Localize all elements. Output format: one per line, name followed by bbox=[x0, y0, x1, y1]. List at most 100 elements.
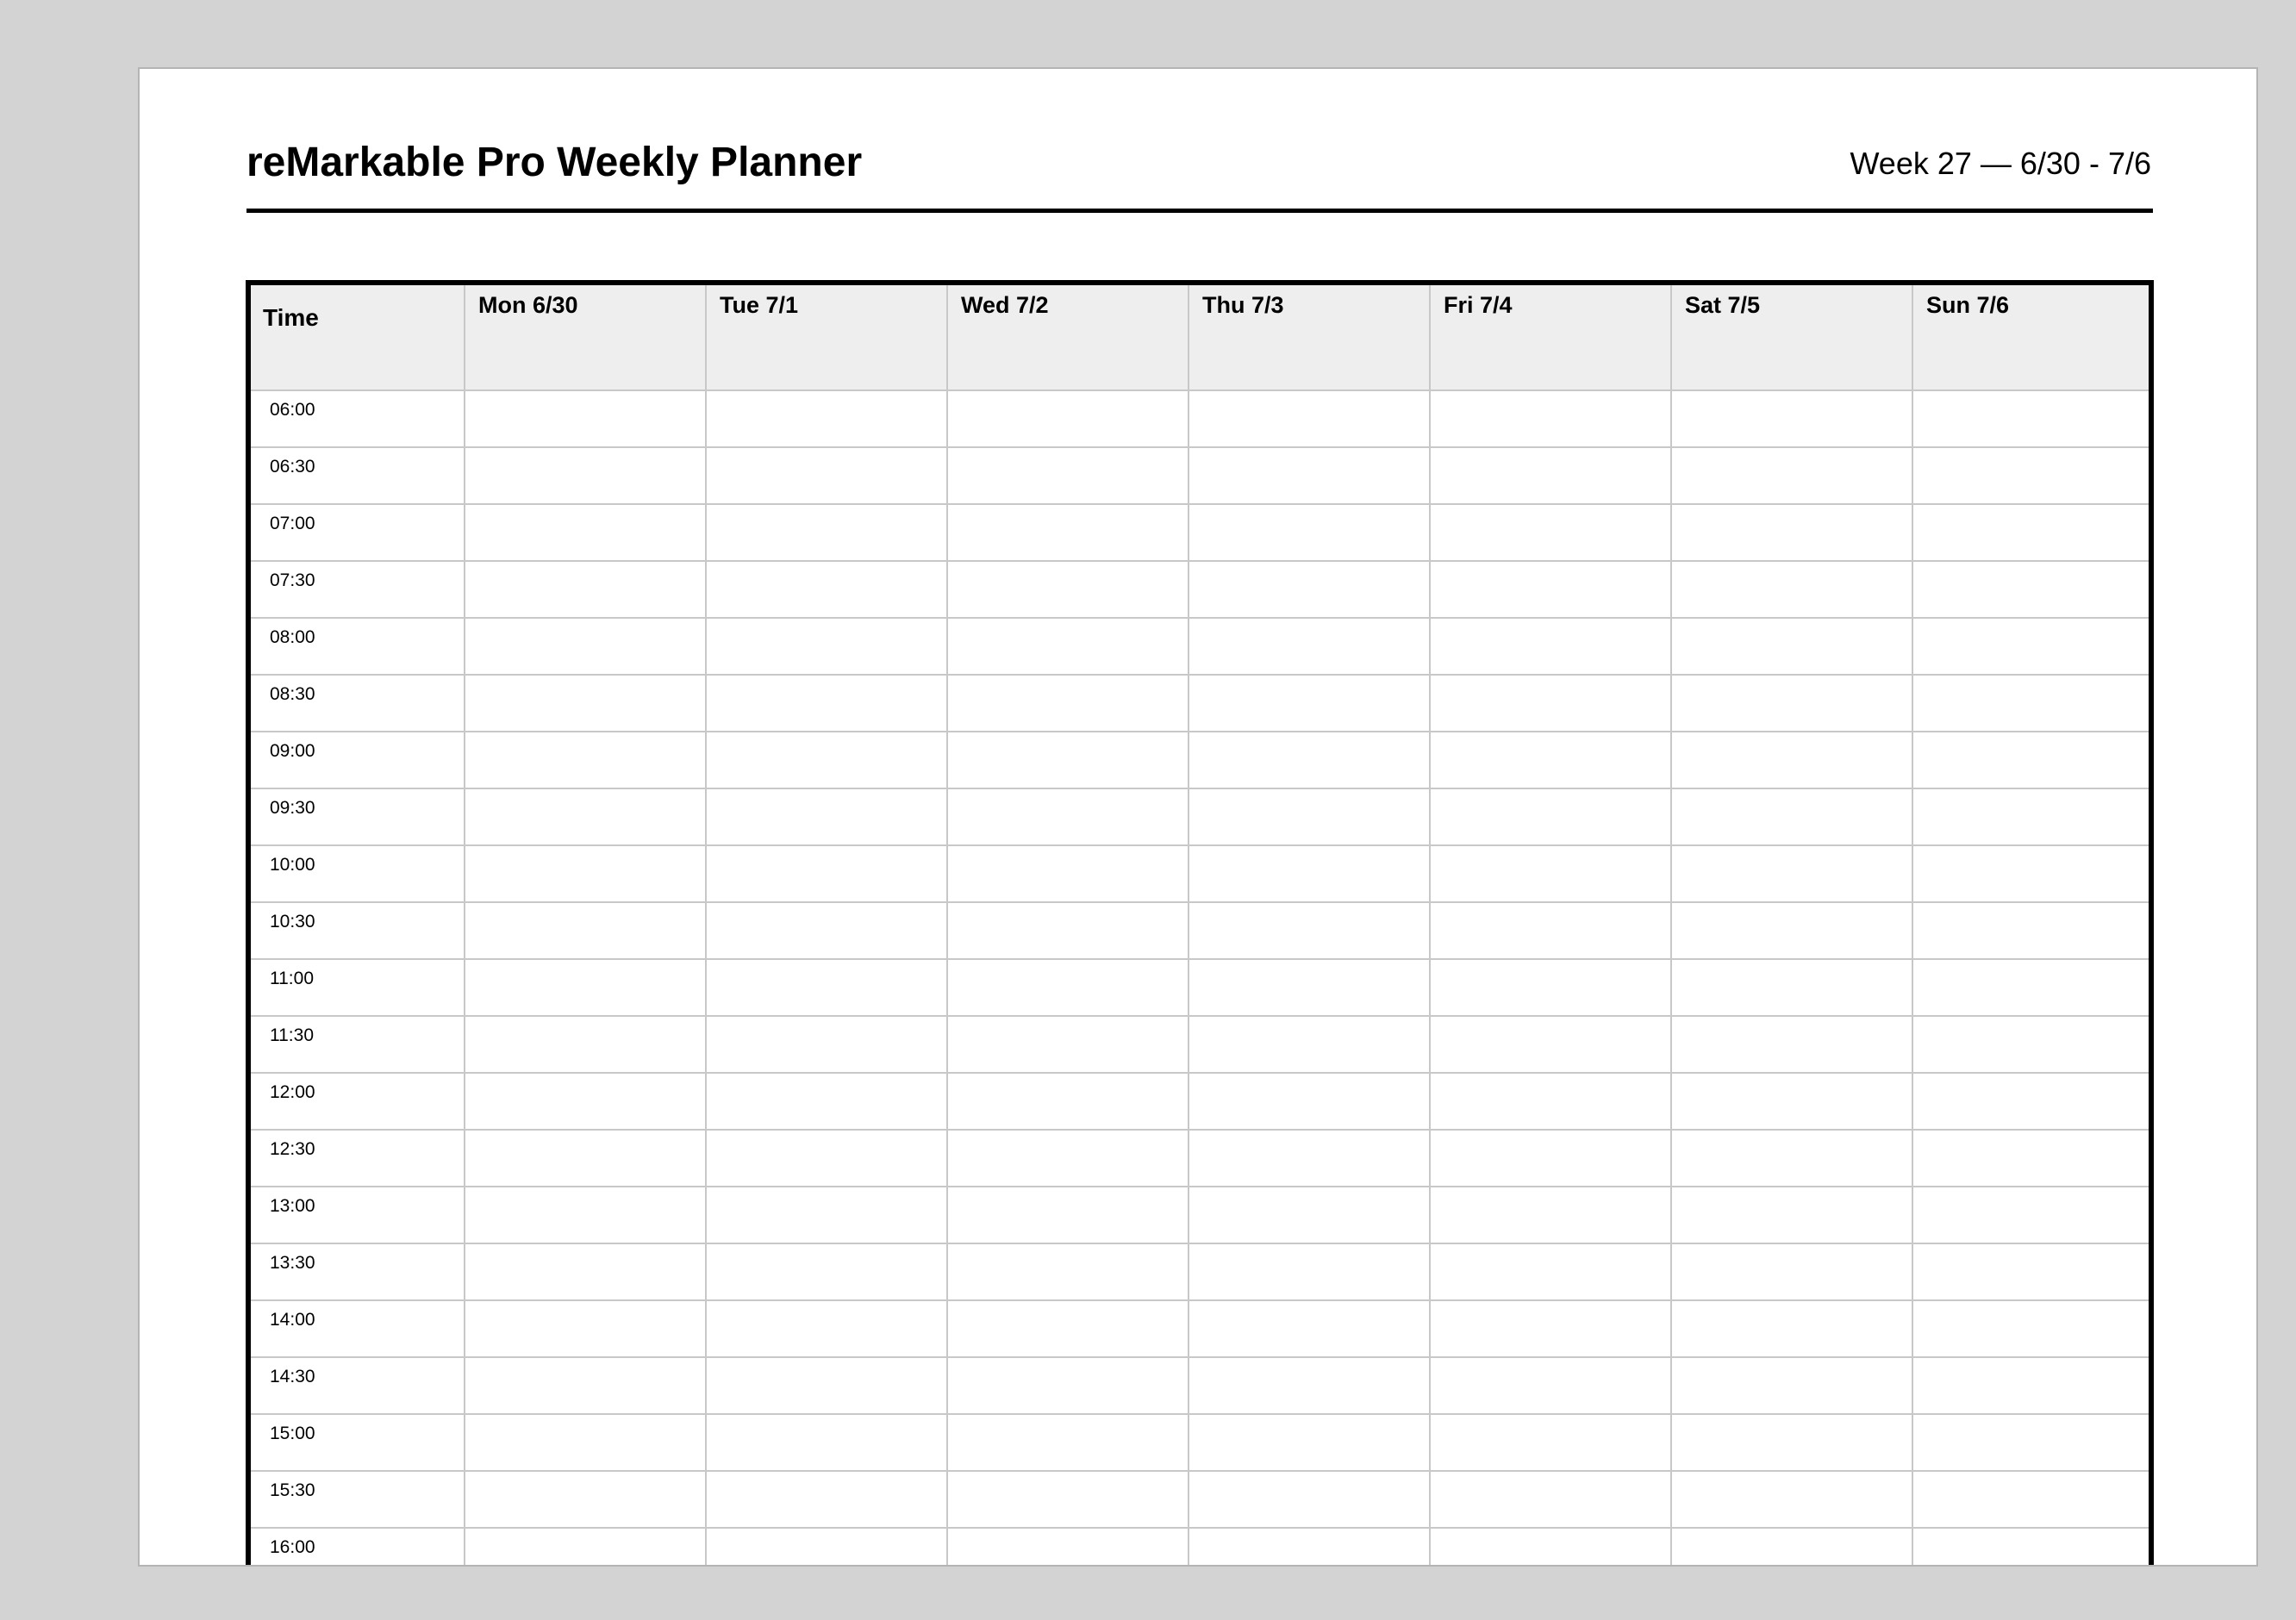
slot-cell-wed[interactable] bbox=[946, 1470, 1189, 1529]
slot-cell-tue[interactable] bbox=[705, 731, 948, 789]
slot-cell-sun[interactable] bbox=[1912, 844, 2149, 903]
slot-cell-wed[interactable] bbox=[946, 1015, 1189, 1074]
slot-cell-thu[interactable] bbox=[1188, 1413, 1431, 1472]
slot-cell-sat[interactable] bbox=[1670, 1072, 1913, 1131]
slot-cell-thu[interactable] bbox=[1188, 788, 1431, 846]
slot-cell-wed[interactable] bbox=[946, 1186, 1189, 1244]
slot-cell-thu[interactable] bbox=[1188, 503, 1431, 562]
slot-cell-wed[interactable] bbox=[946, 1072, 1189, 1131]
slot-cell-thu[interactable] bbox=[1188, 560, 1431, 619]
slot-cell-mon[interactable] bbox=[464, 901, 707, 960]
slot-cell-sat[interactable] bbox=[1670, 446, 1913, 505]
slot-cell-fri[interactable] bbox=[1429, 1356, 1672, 1415]
slot-cell-tue[interactable] bbox=[705, 1243, 948, 1301]
slot-cell-wed[interactable] bbox=[946, 788, 1189, 846]
slot-cell-wed[interactable] bbox=[946, 503, 1189, 562]
slot-cell-sun[interactable] bbox=[1912, 1356, 2149, 1415]
slot-cell-fri[interactable] bbox=[1429, 1186, 1672, 1244]
slot-cell-thu[interactable] bbox=[1188, 1470, 1431, 1529]
slot-cell-mon[interactable] bbox=[464, 844, 707, 903]
slot-cell-sat[interactable] bbox=[1670, 958, 1913, 1017]
slot-cell-sat[interactable] bbox=[1670, 1129, 1913, 1187]
slot-cell-fri[interactable] bbox=[1429, 560, 1672, 619]
slot-cell-fri[interactable] bbox=[1429, 1527, 1672, 1565]
slot-cell-sun[interactable] bbox=[1912, 1072, 2149, 1131]
slot-cell-sat[interactable] bbox=[1670, 844, 1913, 903]
slot-cell-wed[interactable] bbox=[946, 1413, 1189, 1472]
slot-cell-mon[interactable] bbox=[464, 1299, 707, 1358]
slot-cell-sun[interactable] bbox=[1912, 446, 2149, 505]
slot-cell-tue[interactable] bbox=[705, 901, 948, 960]
slot-cell-fri[interactable] bbox=[1429, 844, 1672, 903]
slot-cell-sat[interactable] bbox=[1670, 901, 1913, 960]
slot-cell-thu[interactable] bbox=[1188, 1299, 1431, 1358]
slot-cell-thu[interactable] bbox=[1188, 901, 1431, 960]
slot-cell-wed[interactable] bbox=[946, 844, 1189, 903]
slot-cell-sat[interactable] bbox=[1670, 788, 1913, 846]
slot-cell-sat[interactable] bbox=[1670, 1186, 1913, 1244]
slot-cell-sat[interactable] bbox=[1670, 1527, 1913, 1565]
slot-cell-sun[interactable] bbox=[1912, 503, 2149, 562]
slot-cell-mon[interactable] bbox=[464, 446, 707, 505]
slot-cell-wed[interactable] bbox=[946, 617, 1189, 676]
slot-cell-mon[interactable] bbox=[464, 389, 707, 448]
slot-cell-mon[interactable] bbox=[464, 1072, 707, 1131]
slot-cell-thu[interactable] bbox=[1188, 1186, 1431, 1244]
slot-cell-sun[interactable] bbox=[1912, 901, 2149, 960]
slot-cell-sun[interactable] bbox=[1912, 389, 2149, 448]
slot-cell-tue[interactable] bbox=[705, 1356, 948, 1415]
slot-cell-mon[interactable] bbox=[464, 1129, 707, 1187]
slot-cell-mon[interactable] bbox=[464, 1015, 707, 1074]
slot-cell-tue[interactable] bbox=[705, 1413, 948, 1472]
slot-cell-thu[interactable] bbox=[1188, 389, 1431, 448]
slot-cell-sat[interactable] bbox=[1670, 731, 1913, 789]
slot-cell-thu[interactable] bbox=[1188, 731, 1431, 789]
slot-cell-thu[interactable] bbox=[1188, 844, 1431, 903]
slot-cell-wed[interactable] bbox=[946, 901, 1189, 960]
slot-cell-mon[interactable] bbox=[464, 617, 707, 676]
slot-cell-tue[interactable] bbox=[705, 958, 948, 1017]
slot-cell-sat[interactable] bbox=[1670, 617, 1913, 676]
slot-cell-mon[interactable] bbox=[464, 788, 707, 846]
slot-cell-sun[interactable] bbox=[1912, 1243, 2149, 1301]
slot-cell-mon[interactable] bbox=[464, 503, 707, 562]
slot-cell-fri[interactable] bbox=[1429, 1299, 1672, 1358]
slot-cell-fri[interactable] bbox=[1429, 1470, 1672, 1529]
slot-cell-thu[interactable] bbox=[1188, 674, 1431, 732]
slot-cell-wed[interactable] bbox=[946, 958, 1189, 1017]
slot-cell-mon[interactable] bbox=[464, 560, 707, 619]
slot-cell-wed[interactable] bbox=[946, 674, 1189, 732]
slot-cell-wed[interactable] bbox=[946, 446, 1189, 505]
slot-cell-sat[interactable] bbox=[1670, 1243, 1913, 1301]
slot-cell-fri[interactable] bbox=[1429, 1015, 1672, 1074]
slot-cell-sat[interactable] bbox=[1670, 1299, 1913, 1358]
slot-cell-wed[interactable] bbox=[946, 1356, 1189, 1415]
slot-cell-fri[interactable] bbox=[1429, 446, 1672, 505]
slot-cell-sun[interactable] bbox=[1912, 1299, 2149, 1358]
slot-cell-sat[interactable] bbox=[1670, 1015, 1913, 1074]
slot-cell-sun[interactable] bbox=[1912, 1413, 2149, 1472]
slot-cell-sat[interactable] bbox=[1670, 1356, 1913, 1415]
slot-cell-sun[interactable] bbox=[1912, 1129, 2149, 1187]
slot-cell-sat[interactable] bbox=[1670, 389, 1913, 448]
slot-cell-thu[interactable] bbox=[1188, 1356, 1431, 1415]
slot-cell-fri[interactable] bbox=[1429, 617, 1672, 676]
slot-cell-mon[interactable] bbox=[464, 1356, 707, 1415]
slot-cell-thu[interactable] bbox=[1188, 617, 1431, 676]
slot-cell-tue[interactable] bbox=[705, 1015, 948, 1074]
slot-cell-mon[interactable] bbox=[464, 674, 707, 732]
slot-cell-tue[interactable] bbox=[705, 560, 948, 619]
slot-cell-thu[interactable] bbox=[1188, 1129, 1431, 1187]
slot-cell-sat[interactable] bbox=[1670, 560, 1913, 619]
slot-cell-tue[interactable] bbox=[705, 617, 948, 676]
slot-cell-thu[interactable] bbox=[1188, 1243, 1431, 1301]
slot-cell-sun[interactable] bbox=[1912, 958, 2149, 1017]
slot-cell-fri[interactable] bbox=[1429, 674, 1672, 732]
slot-cell-fri[interactable] bbox=[1429, 503, 1672, 562]
slot-cell-sun[interactable] bbox=[1912, 788, 2149, 846]
slot-cell-wed[interactable] bbox=[946, 1129, 1189, 1187]
slot-cell-tue[interactable] bbox=[705, 788, 948, 846]
slot-cell-sun[interactable] bbox=[1912, 731, 2149, 789]
slot-cell-tue[interactable] bbox=[705, 503, 948, 562]
slot-cell-sun[interactable] bbox=[1912, 617, 2149, 676]
